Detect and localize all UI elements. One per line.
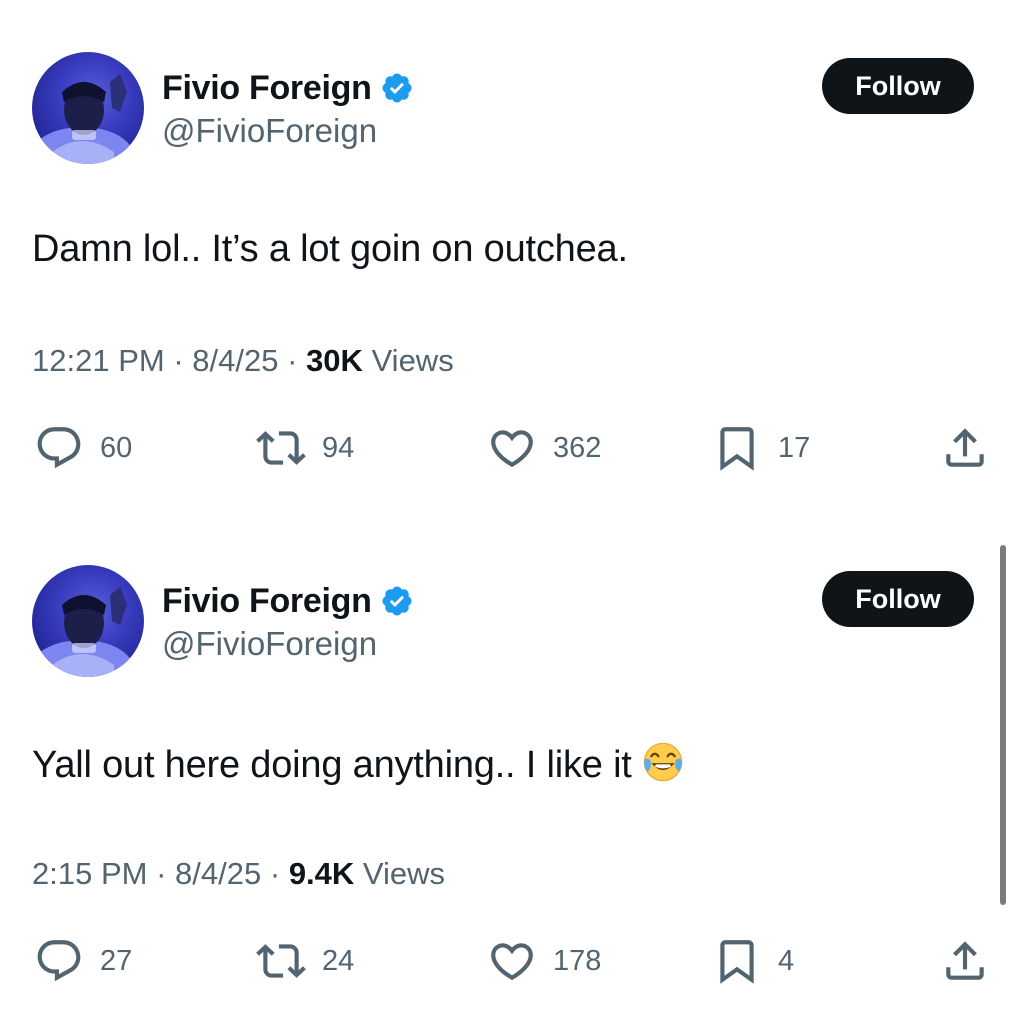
meta-separator: ·	[156, 856, 167, 891]
like-button[interactable]: 178	[487, 933, 601, 989]
tweet-date[interactable]: 8/4/25	[192, 343, 278, 378]
display-name[interactable]: Fivio Foreign	[162, 69, 372, 108]
share-button[interactable]	[940, 933, 990, 989]
bookmark-icon	[720, 940, 754, 984]
like-count: 178	[553, 944, 602, 977]
like-count: 362	[553, 431, 602, 464]
action-bar: 60 94 362 17	[0, 420, 1024, 476]
verified-badge-icon	[382, 586, 412, 616]
repost-button[interactable]: 94	[256, 420, 354, 476]
tweet-text-container: Yall out here doing anything.. I like it	[32, 741, 684, 787]
views-label: Views	[362, 856, 446, 891]
display-name[interactable]: Fivio Foreign	[162, 582, 372, 621]
share-button[interactable]	[940, 420, 990, 476]
avatar-photo	[32, 74, 134, 164]
reply-icon	[37, 940, 81, 982]
reply-button[interactable]: 27	[34, 933, 132, 989]
views-label: Views	[371, 343, 454, 378]
tweet-text: Yall out here doing anything.. I like it	[32, 744, 632, 786]
repost-count: 94	[322, 431, 355, 464]
bookmark-icon	[720, 427, 754, 471]
tweet[interactable]: Fivio Foreign @FivioForeign Follow Damn …	[0, 0, 1024, 513]
avatar[interactable]	[32, 52, 144, 164]
share-icon	[946, 941, 984, 980]
action-bar: 27 24 178 4	[0, 933, 1024, 989]
heart-icon	[491, 430, 533, 468]
face-with-tears-of-joy-icon	[643, 742, 682, 782]
tweet-time[interactable]: 12:21 PM	[32, 343, 165, 378]
reply-count: 60	[100, 431, 133, 464]
verified-badge-icon	[382, 73, 412, 103]
bookmark-count: 4	[778, 944, 795, 977]
author-handle[interactable]: @FivioForeign	[162, 112, 377, 150]
tweet-text: Damn lol.. It’s a lot goin on outchea.	[32, 228, 628, 270]
meta-separator: ·	[287, 343, 298, 378]
tweet-time[interactable]: 2:15 PM	[32, 856, 147, 891]
repost-icon	[256, 944, 306, 978]
like-button[interactable]: 362	[487, 420, 601, 476]
follow-button[interactable]: Follow	[822, 571, 974, 627]
follow-button[interactable]: Follow	[822, 58, 974, 114]
repost-count: 24	[322, 944, 355, 977]
meta-separator: ·	[173, 343, 184, 378]
tweet-meta: 12:21 PM · 8/4/25 · 30K Views	[32, 343, 454, 379]
repost-icon	[256, 431, 306, 465]
author-name-row[interactable]: Fivio Foreign	[162, 66, 414, 110]
reply-count: 27	[100, 944, 133, 977]
author-name-row[interactable]: Fivio Foreign	[162, 579, 414, 623]
tweet-meta: 2:15 PM · 8/4/25 · 9.4K Views	[32, 856, 445, 892]
avatar-photo	[32, 587, 134, 677]
avatar[interactable]	[32, 565, 144, 677]
reply-icon	[37, 427, 81, 469]
heart-icon	[491, 943, 533, 981]
bookmark-button[interactable]: 4	[712, 933, 794, 989]
tweet-date[interactable]: 8/4/25	[175, 856, 261, 891]
author-handle[interactable]: @FivioForeign	[162, 625, 377, 663]
meta-separator: ·	[269, 856, 281, 891]
tweet[interactable]: Fivio Foreign @FivioForeign Follow Yall …	[0, 513, 1024, 1026]
views-count: 30K	[306, 343, 363, 378]
bookmark-button[interactable]: 17	[712, 420, 810, 476]
bookmark-count: 17	[778, 431, 811, 464]
scrollbar[interactable]	[1000, 545, 1006, 905]
views-count: 9.4K	[288, 856, 355, 891]
reply-button[interactable]: 60	[34, 420, 132, 476]
share-icon	[946, 428, 984, 467]
repost-button[interactable]: 24	[256, 933, 354, 989]
